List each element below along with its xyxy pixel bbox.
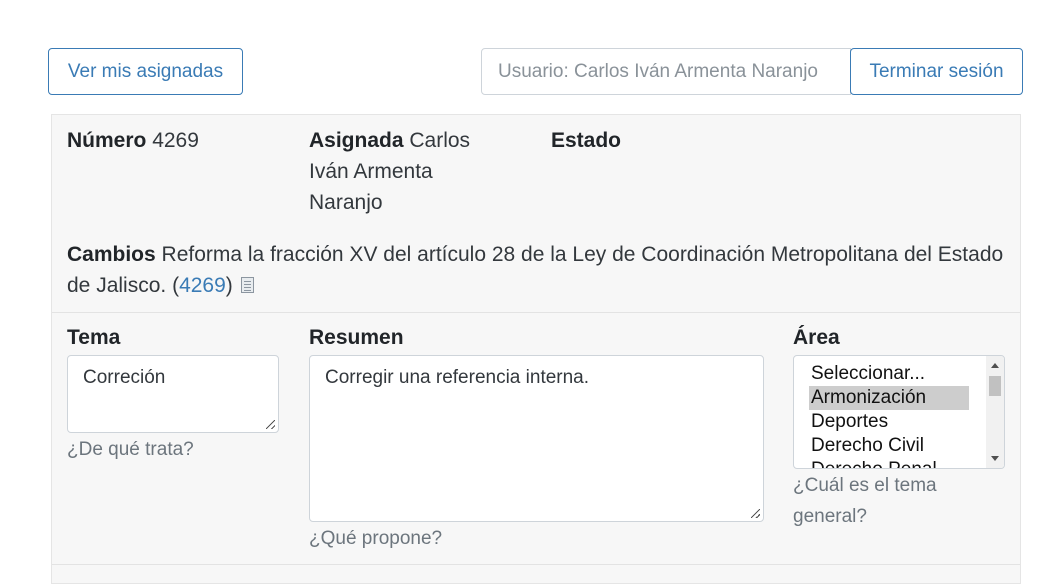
resumen-value: Corregir una referencia interna. <box>325 367 590 388</box>
numero-label: Número <box>67 129 147 152</box>
numero-value: 4269 <box>152 129 199 152</box>
scroll-up-arrow-icon[interactable] <box>991 363 999 368</box>
my-assigned-button[interactable]: Ver mis asignadas <box>48 48 243 95</box>
tema-textarea[interactable]: Correción <box>67 355 279 433</box>
tema-label: Tema <box>67 326 121 349</box>
estado-label: Estado <box>551 129 622 152</box>
section-divider <box>52 312 1020 313</box>
resumen-label: Resumen <box>309 326 404 349</box>
resize-grip-icon[interactable] <box>266 420 275 429</box>
area-option-selected[interactable]: Armonización <box>809 386 969 410</box>
user-display: Usuario: Carlos Iván Armenta Naranjo <box>481 48 851 95</box>
estado-field: Estado <box>551 125 751 156</box>
asignada-field: Asignada Carlos Iván Armenta Naranjo <box>309 125 499 218</box>
record-panel: Número 4269 Asignada Carlos Iván Armenta… <box>51 114 1021 584</box>
area-option[interactable]: Derecho Civil <box>809 434 969 458</box>
area-select[interactable]: Seleccionar... Armonización Deportes Der… <box>793 355 1005 469</box>
asignada-label: Asignada <box>309 129 404 152</box>
tema-value: Correción <box>83 367 166 388</box>
logout-button[interactable]: Terminar sesión <box>850 48 1023 95</box>
cambios-label: Cambios <box>67 243 156 266</box>
resumen-textarea[interactable]: Corregir una referencia interna. <box>309 355 764 522</box>
area-option[interactable]: Seleccionar... <box>809 362 969 386</box>
cambios-link[interactable]: 4269 <box>179 274 226 297</box>
cambios-paren-close: ) <box>225 274 233 297</box>
resumen-help: ¿Qué propone? <box>309 528 443 549</box>
cambios-field: Cambios Reforma la fracción XV del artíc… <box>67 239 1012 301</box>
area-option[interactable]: Derecho Penal <box>809 458 969 468</box>
tema-help: ¿De qué trata? <box>67 439 194 460</box>
cambios-paren-open: ( <box>172 274 180 297</box>
area-option[interactable]: Deportes <box>809 410 969 434</box>
document-icon[interactable] <box>240 277 254 293</box>
area-help: ¿Cuál es el tema general? <box>793 475 937 527</box>
numero-field: Número 4269 <box>67 125 297 156</box>
resize-grip-icon[interactable] <box>751 509 760 518</box>
scroll-down-arrow-icon[interactable] <box>991 456 999 461</box>
section-divider <box>52 564 1020 565</box>
scrollbar-thumb[interactable] <box>989 376 1001 396</box>
area-scrollbar[interactable] <box>986 356 1004 468</box>
area-label: Área <box>793 326 840 349</box>
